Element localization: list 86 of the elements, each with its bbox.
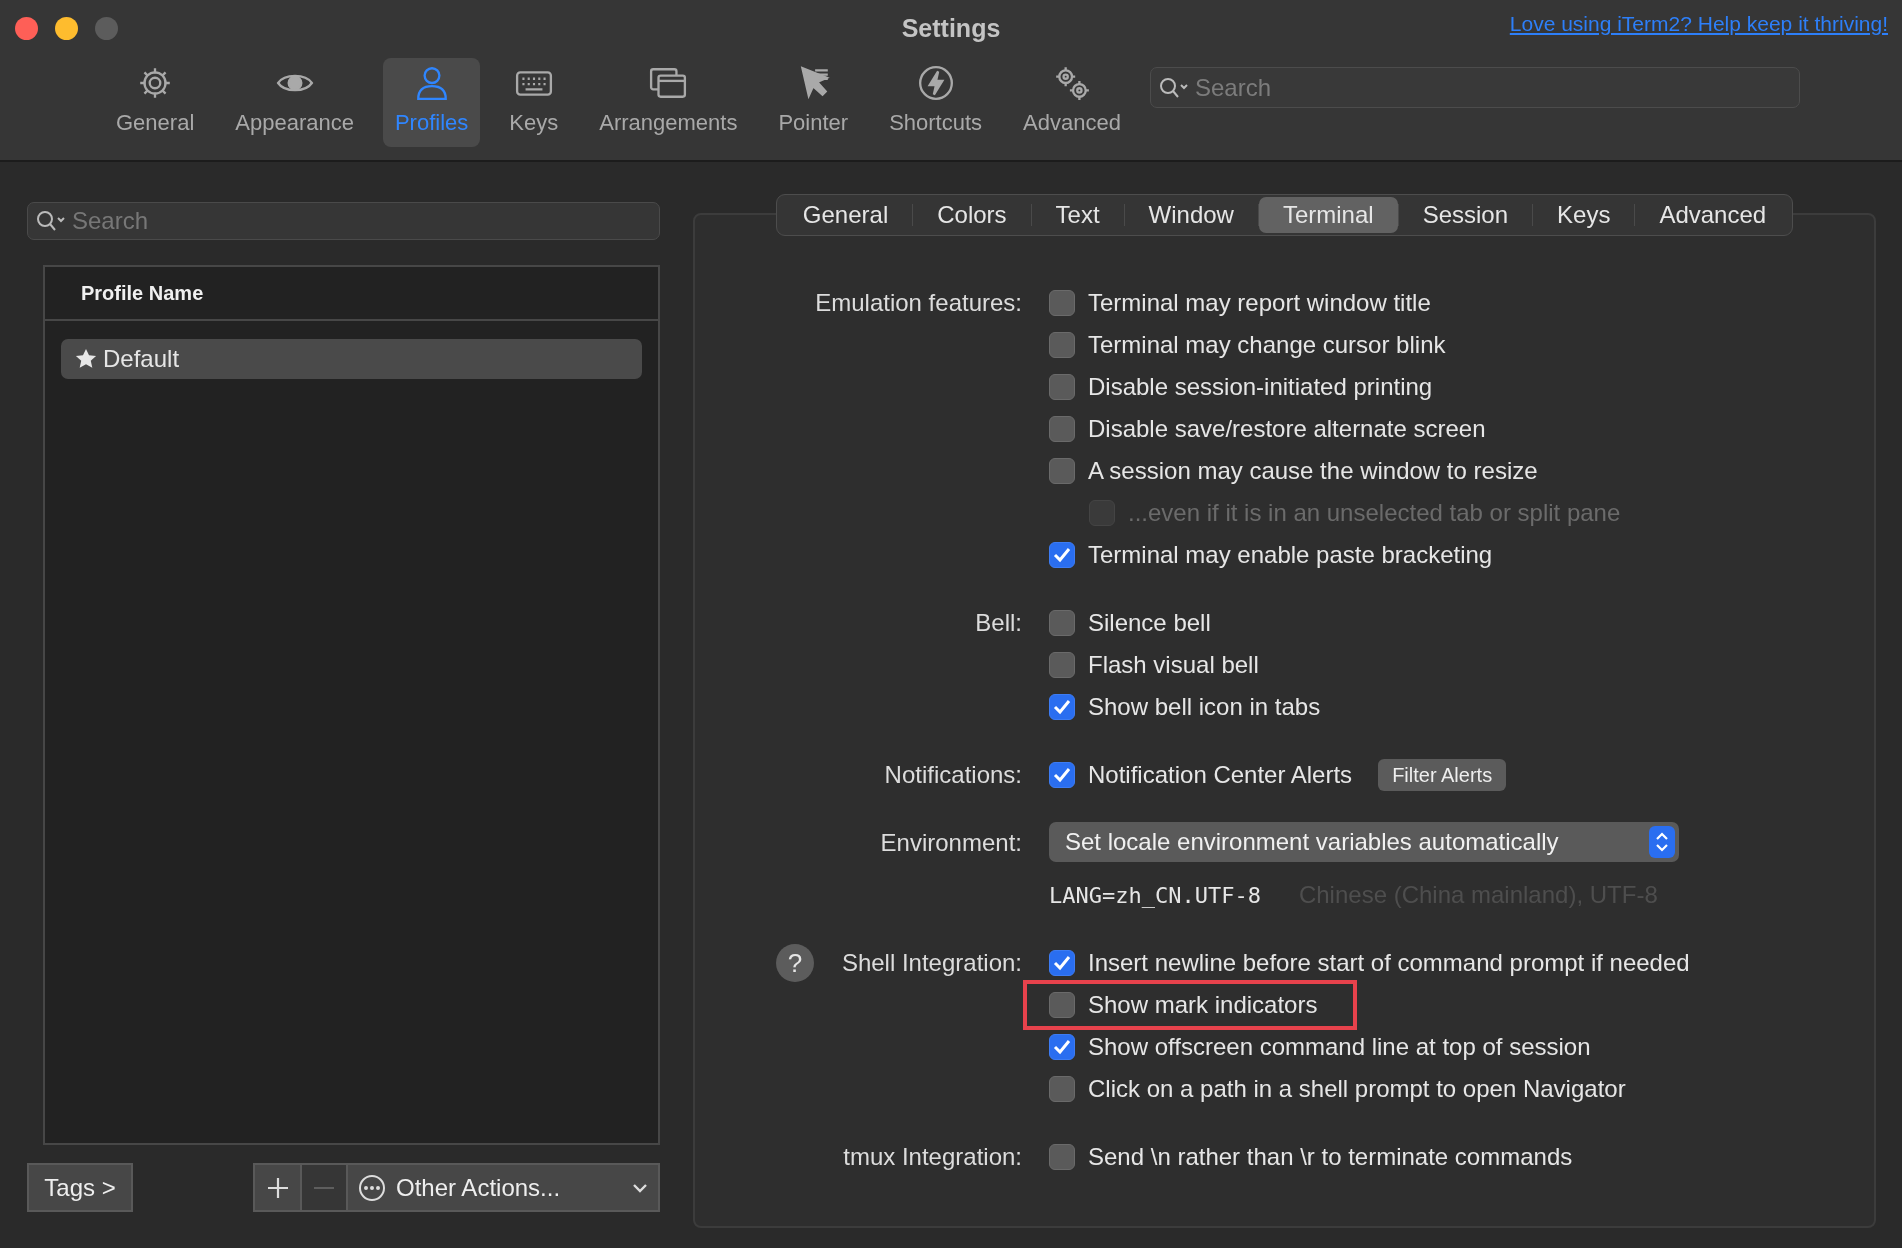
checkbox-label: Disable save/restore alternate screen [1088,415,1486,443]
checkbox[interactable] [1049,290,1075,316]
section-label: Bell: [975,609,1022,637]
section-label: Emulation features: [815,289,1022,317]
other-actions-button[interactable]: Other Actions... [348,1163,660,1212]
toolbar-tab[interactable]: Shortcuts [877,58,995,147]
tab[interactable]: Keys [1533,197,1635,233]
checkbox-label: Terminal may report window title [1088,289,1431,317]
close-button[interactable] [15,17,38,40]
tab[interactable]: Advanced [1635,197,1791,233]
checkbox-label: Insert newline before start of command prompt if needed [1088,949,1690,977]
checkbox-label: Send \n rather than \r to terminate commands [1088,1143,1573,1171]
search-placeholder: Search [72,207,149,235]
profile-row[interactable]: Default [61,339,642,379]
checkbox-label: ...even if it is in an unselected tab or split pane [1128,499,1621,527]
section-label: Environment: [880,829,1022,857]
star-icon [75,348,97,370]
promo-link[interactable]: Love using iTerm2? Help keep it thriving! [1509,12,1888,36]
filter-alerts-button[interactable]: Filter Alerts [1378,759,1507,791]
checkbox[interactable] [1049,416,1075,442]
checkbox-label: Show mark indicators [1088,991,1318,1019]
checkbox[interactable] [1049,458,1075,484]
plus-icon [266,1176,289,1199]
minimize-button[interactable] [55,17,78,40]
tags-button[interactable]: Tags > [27,1163,133,1212]
checkbox-label: Disable session-initiated printing [1088,373,1433,401]
section-label: tmux Integration: [843,1143,1022,1171]
add-button[interactable] [253,1163,302,1212]
gears-icon [1053,64,1091,102]
stepper-icon [1649,826,1675,858]
lightning-icon [916,64,955,102]
tab[interactable]: General [778,197,913,233]
checkbox-label: Flash visual bell [1088,651,1259,679]
checkbox[interactable] [1049,694,1075,720]
checkmark-icon [1053,955,1071,971]
checkbox-label: Terminal may change cursor blink [1088,331,1446,359]
search-field[interactable]: Search [1150,67,1800,108]
checkbox[interactable] [1049,374,1075,400]
checkbox[interactable] [1049,950,1075,976]
checkbox[interactable] [1049,1076,1075,1102]
checkbox-label: A session may cause the window to resize [1088,457,1538,485]
checkmark-icon [1053,1039,1071,1055]
ellipsis-icon [358,1173,386,1202]
tab[interactable]: Colors [913,197,1031,233]
checkbox-label: Show offscreen command line at top of session [1088,1033,1591,1061]
toolbar-tab[interactable]: Advanced [1011,58,1133,147]
tab[interactable]: Terminal [1258,197,1398,233]
checkmark-icon [1053,699,1071,715]
checkbox-label: Show bell icon in tabs [1088,693,1321,721]
environment-dropdown[interactable]: Set locale environment variables automatically [1049,822,1679,862]
search-field[interactable]: Search [27,202,660,240]
profile-name: Default [103,345,180,373]
search-placeholder: Search [1195,73,1272,102]
tab[interactable]: Window [1124,197,1258,233]
zoom-button[interactable] [95,17,118,40]
toolbar-tab[interactable]: General [104,58,207,147]
column-header: Profile Name [81,281,204,305]
checkmark-icon [1053,547,1071,563]
section-label: Shell Integration: [841,949,1022,977]
checkbox[interactable] [1049,332,1075,358]
checkbox-label: Click on a path in a shell prompt to open Navigator [1088,1075,1626,1103]
window-title: Settings [901,14,1001,42]
help-button[interactable]: ? [775,944,814,982]
checkbox[interactable] [1049,1034,1075,1060]
checkbox[interactable] [1049,542,1075,568]
search-icon [1159,76,1189,99]
toolbar-tab[interactable]: Arrangements [587,58,750,147]
lang-value: LANG=zh_CN.UTF-8 [1049,882,1261,908]
checkbox[interactable] [1049,652,1075,678]
checkbox[interactable] [1049,762,1075,788]
checkbox[interactable] [1049,1144,1075,1170]
chevron-icon [632,1182,648,1193]
checkmark-icon [1053,767,1071,783]
section-label: Notifications: [884,761,1022,789]
minus-icon [314,1185,334,1190]
tab[interactable]: Text [1031,197,1124,233]
checkbox-label: Terminal may enable paste bracketing [1088,541,1493,569]
checkbox-label: Notification Center Alerts [1088,761,1353,789]
toolbar-tab[interactable]: Keys [497,58,571,147]
tab[interactable]: Session [1398,197,1533,233]
toolbar-tab[interactable]: Appearance [223,58,366,147]
checkbox[interactable] [1049,992,1075,1018]
search-icon [36,210,66,232]
checkbox[interactable] [1049,610,1075,636]
toolbar-tab[interactable]: Pointer [766,58,861,147]
checkbox-label: Silence bell [1088,609,1211,637]
